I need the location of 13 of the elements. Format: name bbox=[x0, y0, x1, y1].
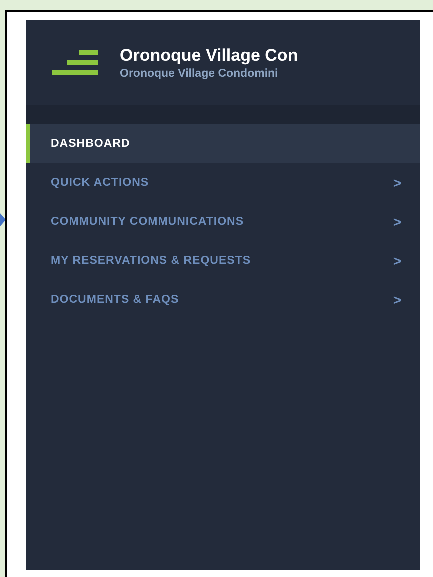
pointer-icon bbox=[0, 213, 6, 227]
menu-item[interactable]: COMMUNITY COMMUNICATIONS > bbox=[26, 202, 420, 241]
menu-item[interactable]: QUICK ACTIONS > bbox=[26, 163, 420, 202]
menu-item[interactable]: DOCUMENTS & FAQS > bbox=[26, 280, 420, 319]
chevron-icon: > bbox=[393, 292, 402, 308]
site-title: Oronoque Village Con bbox=[120, 46, 298, 66]
chevron-icon: > bbox=[393, 174, 402, 190]
site-subtitle: Oronoque Village Condomini bbox=[120, 68, 280, 80]
menu-item[interactable]: MY RESERVATIONS & REQUESTS > bbox=[26, 241, 420, 280]
logo-icon bbox=[52, 50, 98, 76]
chevron-icon: > bbox=[393, 252, 402, 268]
menu-item[interactable]: DASHBOARD bbox=[26, 124, 420, 163]
chevron-icon: > bbox=[393, 214, 402, 230]
